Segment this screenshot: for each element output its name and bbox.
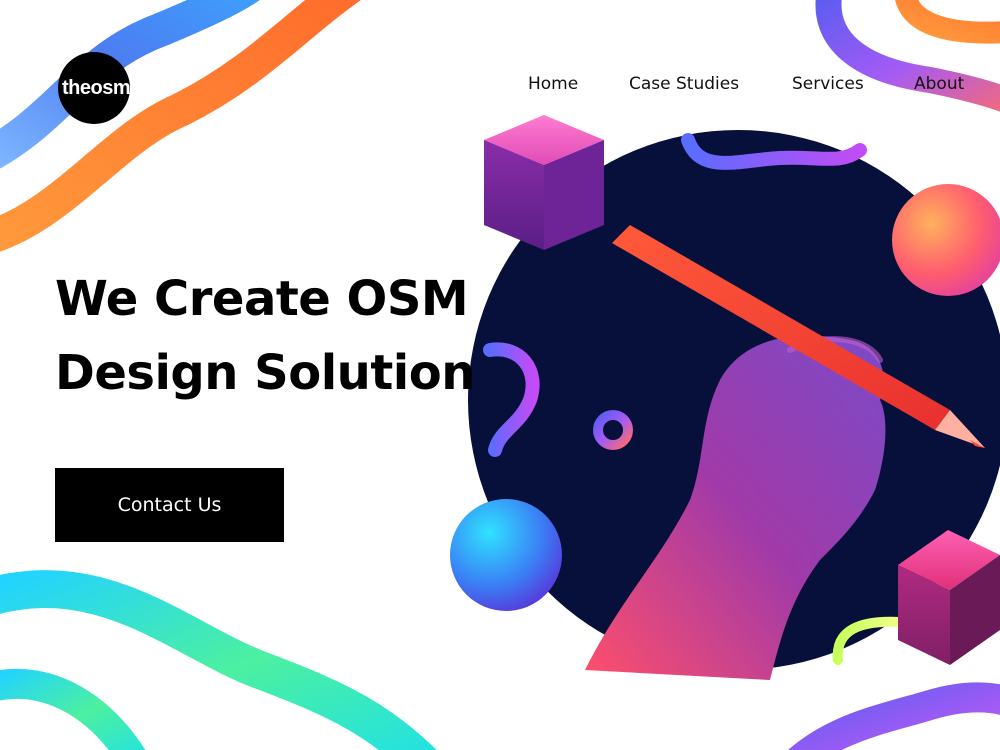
nav-item-case-studies[interactable]: Case Studies — [629, 74, 739, 94]
main-nav: Home Case Studies Services About — [0, 74, 1000, 98]
swirl-icon — [895, 0, 1000, 44]
sphere-icon — [450, 499, 562, 611]
nav-item-services[interactable]: Services — [792, 74, 864, 94]
sphere-icon — [892, 184, 1000, 296]
hero-title-line-2: Design Solution — [55, 345, 475, 401]
swirl-icon — [788, 682, 1000, 750]
swirl-icon — [0, 570, 437, 750]
nav-item-about[interactable]: About — [914, 74, 964, 94]
hero-title: We Create OSM Design Solution — [55, 262, 475, 410]
cube-icon — [484, 115, 604, 250]
swirl-icon — [0, 668, 146, 750]
contact-us-button[interactable]: Contact Us — [55, 468, 284, 542]
hero-title-line-1: We Create OSM — [55, 271, 469, 327]
nav-item-home[interactable]: Home — [528, 74, 578, 94]
